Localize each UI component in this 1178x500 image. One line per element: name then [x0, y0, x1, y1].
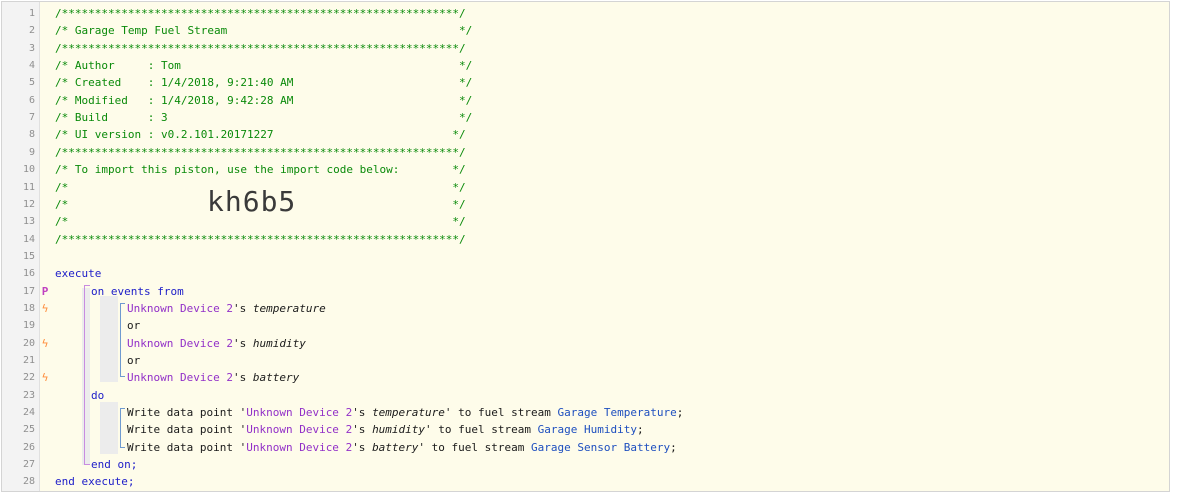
code-line: 18 ϟ Unknown Device 2's temperature: [2, 300, 1169, 317]
comment-border: /***************************************…: [55, 145, 466, 159]
line-number: 2: [28, 25, 35, 37]
or-operator[interactable]: or: [127, 317, 140, 334]
line-number: 21: [22, 355, 35, 366]
line-number: 9: [28, 146, 35, 158]
line-number: 18: [22, 302, 35, 314]
code-line: 27 end on;: [2, 456, 1169, 473]
code-line: 2 /* Garage Temp Fuel Stream */: [2, 22, 1169, 39]
lightning-bolt-icon: ϟ: [41, 301, 49, 315]
code-line: 7 /* Build : 3 */: [2, 109, 1169, 126]
ui-version-comment: /* UI version : v0.2.101.20171227 */: [55, 128, 466, 142]
comment-border: /***************************************…: [55, 7, 466, 20]
line-number: 3: [28, 42, 35, 54]
code-line: 13/* */: [2, 213, 1169, 230]
action-write-humidity[interactable]: Write data point 'Unknown Device 2's hum…: [127, 421, 644, 438]
line-number: 23: [22, 389, 35, 401]
code-line: 3 /**************************************…: [2, 40, 1169, 57]
code-line: 21 or: [2, 352, 1169, 369]
code-line: 14 /*************************************…: [2, 231, 1169, 248]
code-line: 20 ϟ Unknown Device 2's humidity: [2, 335, 1169, 352]
line-number: 13: [22, 216, 35, 228]
code-line: 4 /* Author : Tom */: [2, 57, 1169, 74]
execute-keyword[interactable]: execute: [55, 265, 101, 282]
code-line: 28 end execute;: [2, 473, 1169, 490]
code-line: 5 /* Created : 1/4/2018, 9:21:40 AM */: [2, 74, 1169, 91]
import-code: kh6b5: [207, 185, 297, 218]
on-events-keyword[interactable]: on events from: [91, 283, 184, 300]
line-number: 28: [22, 476, 35, 488]
action-write-temperature[interactable]: Write data point 'Unknown Device 2's tem…: [127, 404, 683, 421]
code-line: 12/* */: [2, 196, 1169, 213]
code-line: 22 ϟ Unknown Device 2's battery: [2, 369, 1169, 386]
modified-comment: /* Modified : 1/4/2018, 9:42:28 AM */: [55, 93, 473, 107]
code-line: 23 do: [2, 387, 1169, 404]
code-line: 8 /* UI version : v0.2.101.20171227 */: [2, 126, 1169, 143]
event-battery[interactable]: Unknown Device 2's battery: [127, 369, 299, 386]
piston-code-editor: 1 /**************************************…: [1, 1, 1170, 492]
line-number: 4: [28, 60, 35, 72]
event-temperature[interactable]: Unknown Device 2's temperature: [127, 300, 326, 317]
line-number: 22: [22, 372, 35, 384]
lightning-bolt-icon: ϟ: [41, 336, 49, 350]
line-number: 6: [28, 94, 35, 106]
or-operator[interactable]: or: [127, 352, 140, 369]
piston-title-comment: /* Garage Temp Fuel Stream */: [55, 24, 473, 38]
end-on-keyword[interactable]: end on;: [91, 456, 137, 473]
code-line: 11/* */: [2, 179, 1169, 196]
do-keyword[interactable]: do: [91, 387, 104, 404]
line-number: 16: [22, 268, 35, 280]
line-number: 15: [22, 250, 35, 262]
code-line: 9 /**************************************…: [2, 144, 1169, 161]
line-number: 11: [22, 181, 35, 193]
line-number: 1: [28, 8, 35, 19]
code-line: 26 Write data point 'Unknown Device 2's b…: [2, 439, 1169, 456]
line-number: 27: [22, 459, 35, 471]
code-line: 16 execute: [2, 265, 1169, 282]
lightning-bolt-icon: ϟ: [41, 371, 49, 385]
import-hint-comment: /* To import this piston, use the import…: [55, 163, 466, 177]
comment-border: /***************************************…: [55, 41, 466, 55]
code-line: 10 /* To import this piston, use the impo…: [2, 161, 1169, 178]
line-number: 24: [22, 407, 35, 419]
line-number: 26: [22, 441, 35, 453]
event-humidity[interactable]: Unknown Device 2's humidity: [127, 335, 306, 352]
line-number: 5: [28, 77, 35, 89]
code-line: 25 Write data point 'Unknown Device 2's h…: [2, 421, 1169, 438]
line-number: 25: [22, 424, 35, 436]
action-write-battery[interactable]: Write data point 'Unknown Device 2's bat…: [127, 439, 677, 456]
line-number: 20: [22, 337, 35, 349]
code-line: 24 Write data point 'Unknown Device 2's t…: [2, 404, 1169, 421]
code-line: 1 /**************************************…: [2, 5, 1169, 22]
code-line: 6 /* Modified : 1/4/2018, 9:42:28 AM */: [2, 92, 1169, 109]
end-execute-keyword[interactable]: end execute;: [55, 473, 134, 490]
comment-border: /***************************************…: [55, 232, 466, 246]
code-line: 17 Pon events from: [2, 283, 1169, 300]
build-comment: /* Build : 3 */: [55, 111, 473, 125]
code-line: 15: [2, 248, 1169, 265]
line-number: 8: [28, 129, 35, 141]
line-number: 14: [22, 233, 35, 245]
line-number: 17: [22, 285, 35, 297]
line-number: 10: [22, 164, 35, 176]
line-number: 12: [22, 198, 35, 210]
created-comment: /* Created : 1/4/2018, 9:21:40 AM */: [55, 76, 473, 90]
line-number: 7: [28, 112, 35, 124]
trigger-icon: P: [41, 284, 49, 298]
line-number: 19: [22, 320, 35, 332]
code-line: 19 or: [2, 317, 1169, 334]
author-comment: /* Author : Tom */: [55, 59, 473, 73]
